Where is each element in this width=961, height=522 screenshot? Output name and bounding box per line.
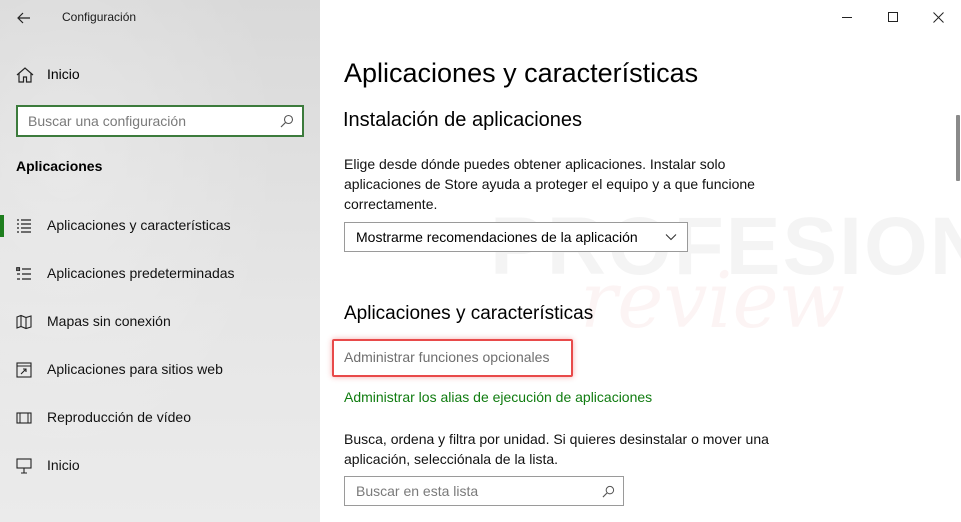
chevron-down-icon bbox=[665, 234, 677, 241]
page-title: Aplicaciones y características bbox=[344, 58, 699, 88]
sidebar-item-label: Aplicaciones para sitios web bbox=[47, 361, 223, 377]
video-icon bbox=[16, 412, 32, 424]
install-section-heading: Instalación de aplicaciones bbox=[343, 109, 583, 131]
apps-section-heading: Aplicaciones y características bbox=[344, 303, 594, 324]
sidebar-item-offline-maps[interactable]: Mapas sin conexión bbox=[0, 302, 320, 350]
app-list-search-box bbox=[344, 476, 624, 506]
install-section-description: Elige desde dónde puedes obtener aplicac… bbox=[344, 156, 755, 212]
sidebar: Configuración Inicio Aplicaciones Aplica… bbox=[0, 0, 320, 522]
manage-optional-features-link[interactable]: Administrar funciones opcionales bbox=[344, 349, 549, 365]
close-icon bbox=[932, 11, 944, 23]
sidebar-item-label: Reproducción de vídeo bbox=[47, 409, 191, 425]
settings-search-box bbox=[16, 105, 304, 137]
apps-list-icon bbox=[17, 219, 31, 233]
close-button[interactable] bbox=[915, 0, 961, 34]
sidebar-section-title: Aplicaciones bbox=[16, 158, 103, 174]
maximize-icon bbox=[887, 11, 898, 22]
default-apps-icon bbox=[16, 267, 31, 280]
web-apps-icon bbox=[16, 362, 32, 378]
sidebar-item-label: Mapas sin conexión bbox=[47, 313, 171, 329]
install-source-dropdown[interactable]: Mostrarme recomendaciones de la aplicaci… bbox=[344, 222, 688, 252]
minimize-icon bbox=[841, 16, 852, 18]
home-icon bbox=[16, 67, 34, 83]
sidebar-home-label: Inicio bbox=[47, 66, 80, 82]
settings-search-input[interactable] bbox=[18, 107, 268, 135]
active-indicator bbox=[0, 215, 4, 237]
scrollbar[interactable] bbox=[956, 115, 960, 181]
apps-section-description: Busca, ordena y filtra por unidad. Si qu… bbox=[344, 431, 769, 467]
sidebar-item-default-apps[interactable]: Aplicaciones predeterminadas bbox=[0, 254, 320, 302]
sidebar-item-video-playback[interactable]: Reproducción de vídeo bbox=[0, 398, 320, 446]
maximize-button[interactable] bbox=[870, 0, 916, 34]
sidebar-item-apps-features[interactable]: Aplicaciones y características bbox=[0, 206, 320, 254]
sidebar-item-web-apps[interactable]: Aplicaciones para sitios web bbox=[0, 350, 320, 398]
sidebar-nav: Aplicaciones y características Aplicacio… bbox=[0, 206, 320, 494]
back-button[interactable] bbox=[12, 6, 36, 30]
search-icon[interactable] bbox=[280, 114, 294, 128]
watermark-text-secondary: review bbox=[580, 256, 846, 346]
map-icon bbox=[16, 314, 32, 330]
main-content: PROFESIONAL review Aplicaciones y caract… bbox=[320, 0, 961, 522]
sidebar-home[interactable]: Inicio bbox=[0, 58, 320, 90]
dropdown-value: Mostrarme recomendaciones de la aplicaci… bbox=[356, 229, 638, 245]
sidebar-item-label: Aplicaciones predeterminadas bbox=[47, 265, 235, 281]
back-arrow-icon bbox=[17, 12, 30, 24]
startup-icon bbox=[16, 458, 32, 474]
minimize-button[interactable] bbox=[824, 0, 870, 34]
sidebar-item-label: Aplicaciones y características bbox=[47, 217, 231, 233]
sidebar-item-label: Inicio bbox=[47, 457, 80, 473]
title-bar: Configuración bbox=[0, 0, 320, 36]
search-icon[interactable] bbox=[602, 485, 615, 498]
app-title: Configuración bbox=[62, 10, 137, 24]
sidebar-item-startup[interactable]: Inicio bbox=[0, 446, 320, 494]
app-list-search-input[interactable] bbox=[345, 477, 585, 505]
manage-app-aliases-link[interactable]: Administrar los alias de ejecución de ap… bbox=[344, 389, 652, 405]
